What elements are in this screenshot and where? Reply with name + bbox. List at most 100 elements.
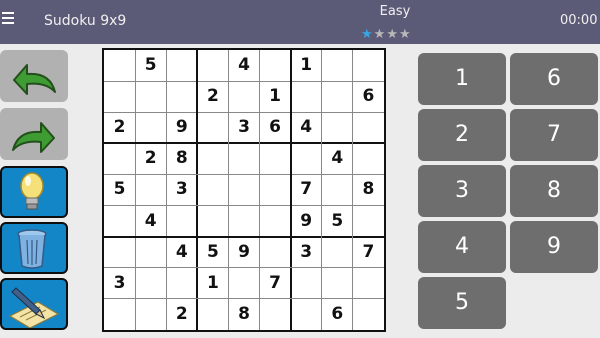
sudoku-cell[interactable]: 7 [353,237,384,268]
redo-button[interactable] [0,108,68,160]
sudoku-cell[interactable] [353,143,384,174]
hint-button[interactable] [0,166,68,218]
sudoku-cell[interactable] [228,268,259,299]
sudoku-cell[interactable] [104,237,135,268]
notes-button[interactable] [0,278,68,330]
clear-button[interactable] [0,222,68,274]
sudoku-cell[interactable] [166,81,197,112]
star-icon: ★ [361,27,373,42]
sudoku-cell[interactable] [135,268,166,299]
app-title: Sudoku 9x9 [44,13,127,29]
sudoku-cell[interactable] [135,81,166,112]
sudoku-cell[interactable] [260,50,291,81]
sudoku-cell[interactable]: 4 [228,50,259,81]
sudoku-cell[interactable]: 3 [166,174,197,205]
sudoku-cell[interactable] [291,299,322,330]
sudoku-cell[interactable]: 5 [104,174,135,205]
sudoku-cell[interactable] [322,174,353,205]
sudoku-cell[interactable] [322,268,353,299]
sudoku-cell[interactable] [291,81,322,112]
sudoku-cell[interactable] [353,268,384,299]
sudoku-cell[interactable]: 6 [260,112,291,143]
sudoku-cell[interactable]: 5 [135,50,166,81]
sudoku-cell[interactable]: 1 [260,81,291,112]
sudoku-cell[interactable] [260,237,291,268]
sudoku-cell[interactable]: 6 [353,81,384,112]
sudoku-cell[interactable]: 4 [135,206,166,237]
sudoku-cell[interactable] [353,206,384,237]
sudoku-cell[interactable] [353,112,384,143]
number-key[interactable]: 9 [510,221,598,273]
sudoku-cell[interactable]: 2 [104,112,135,143]
sudoku-cell[interactable] [228,174,259,205]
sudoku-cell[interactable]: 7 [291,174,322,205]
undo-button[interactable] [0,50,68,102]
sudoku-cell[interactable]: 5 [197,237,228,268]
sudoku-cell[interactable]: 4 [166,237,197,268]
number-key[interactable]: 4 [418,221,506,273]
sudoku-cell[interactable] [228,143,259,174]
sudoku-cell[interactable] [104,50,135,81]
sudoku-cell[interactable]: 8 [228,299,259,330]
sudoku-cell[interactable] [228,81,259,112]
sudoku-cell[interactable] [197,50,228,81]
sudoku-cell[interactable]: 9 [166,112,197,143]
sudoku-cell[interactable]: 8 [353,174,384,205]
number-key[interactable]: 8 [510,165,598,217]
sudoku-cell[interactable]: 4 [322,143,353,174]
sudoku-cell[interactable]: 8 [166,143,197,174]
sudoku-cell[interactable]: 1 [291,50,322,81]
number-key[interactable]: 2 [418,109,506,161]
number-key[interactable]: 6 [510,53,598,105]
sudoku-cell[interactable] [197,143,228,174]
sudoku-cell[interactable] [353,299,384,330]
sudoku-cell[interactable] [104,299,135,330]
sudoku-cell[interactable] [166,268,197,299]
sudoku-cell[interactable]: 2 [135,143,166,174]
sudoku-cell[interactable]: 3 [104,268,135,299]
sudoku-cell[interactable]: 2 [166,299,197,330]
sudoku-cell[interactable] [197,174,228,205]
sudoku-cell[interactable]: 1 [197,268,228,299]
sudoku-cell[interactable]: 2 [197,81,228,112]
sudoku-cell[interactable] [322,50,353,81]
sudoku-cell[interactable]: 9 [291,206,322,237]
sudoku-cell[interactable] [322,237,353,268]
number-key[interactable]: 3 [418,165,506,217]
timer: 00:00 [560,13,598,28]
sudoku-cell[interactable] [166,206,197,237]
sudoku-cell[interactable] [291,143,322,174]
sudoku-cell[interactable]: 3 [228,112,259,143]
sudoku-cell[interactable]: 5 [322,206,353,237]
star-icon: ★ [398,27,411,42]
sudoku-cell[interactable]: 6 [322,299,353,330]
sudoku-cell[interactable] [104,143,135,174]
sudoku-cell[interactable] [228,206,259,237]
sudoku-cell[interactable] [135,112,166,143]
sudoku-cell[interactable]: 3 [291,237,322,268]
sudoku-cell[interactable]: 9 [228,237,259,268]
sudoku-cell[interactable] [104,81,135,112]
number-key[interactable]: 5 [418,277,506,329]
sudoku-cell[interactable]: 7 [260,268,291,299]
sudoku-cell[interactable] [260,299,291,330]
sudoku-cell[interactable] [197,299,228,330]
hamburger-menu-icon[interactable] [2,12,14,26]
sudoku-cell[interactable] [197,112,228,143]
sudoku-cell[interactable] [135,237,166,268]
number-key[interactable]: 7 [510,109,598,161]
sudoku-cell[interactable] [197,206,228,237]
sudoku-cell[interactable] [135,299,166,330]
sudoku-cell[interactable] [135,174,166,205]
sudoku-cell[interactable] [166,50,197,81]
sudoku-cell[interactable]: 4 [291,112,322,143]
sudoku-cell[interactable] [291,268,322,299]
number-key[interactable]: 1 [418,53,506,105]
sudoku-cell[interactable] [322,112,353,143]
sudoku-cell[interactable] [353,50,384,81]
sudoku-cell[interactable] [260,174,291,205]
sudoku-cell[interactable] [322,81,353,112]
sudoku-cell[interactable] [104,206,135,237]
sudoku-cell[interactable] [260,206,291,237]
sudoku-cell[interactable] [260,143,291,174]
